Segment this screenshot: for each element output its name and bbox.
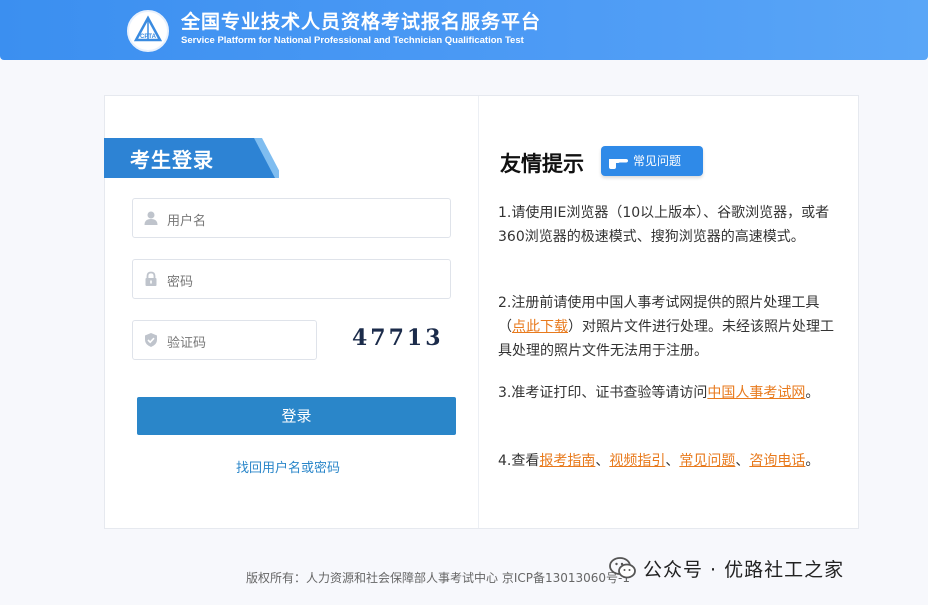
captcha-placeholder: 验证码	[167, 336, 207, 351]
username-field[interactable]: 用户名	[132, 198, 451, 238]
platform-title: 全国专业技术人员资格考试报名服务平台	[181, 11, 542, 33]
contact-phone-link[interactable]: 咨询电话	[749, 453, 805, 469]
login-tab: 考生登录	[104, 138, 279, 178]
tip-1: 1.请使用IE浏览器（10以上版本）、谷歌浏览器，或者360浏览器的极速模式、搜…	[498, 205, 830, 245]
tip-2: 2.注册前请使用中国人事考试网提供的照片处理工具（点此下载）对照片文件进行处理。…	[498, 291, 843, 363]
logo-text: CPTA	[140, 34, 157, 40]
password-placeholder: 密码	[167, 275, 194, 290]
wechat-icon	[609, 557, 636, 579]
wechat-watermark: 公众号 · 优路社工之家	[609, 553, 909, 583]
login-button[interactable]: 登录	[137, 397, 456, 435]
faq-badge-label: 常见问题	[633, 154, 682, 168]
tip-4-text-after: 。	[805, 453, 820, 469]
cpta-website-link[interactable]: 中国人事考试网	[707, 385, 805, 401]
header-bar: CPTA 全国专业技术人员资格考试报名服务平台 Service Platform…	[0, 0, 928, 60]
footer-copyright: 版权所有：人力资源和社会保障部人事考试中心 京ICP备13013060号-1	[246, 571, 631, 585]
card-divider	[478, 96, 479, 528]
user-icon	[144, 211, 158, 225]
password-field[interactable]: 密码	[132, 259, 451, 299]
tip-4-sep-1: 、	[595, 453, 610, 469]
faq-button[interactable]: 常见问题	[601, 146, 703, 176]
faq-link[interactable]: 常见问题	[679, 453, 735, 469]
captcha-field[interactable]: 验证码	[132, 320, 317, 360]
login-tab-label: 考生登录	[130, 148, 214, 172]
shield-check-icon	[145, 333, 157, 347]
tip-4-text-before: 4.查看	[498, 453, 540, 469]
captcha-image[interactable]: 47713	[350, 322, 450, 358]
captcha-text: 47713	[352, 325, 444, 351]
platform-subtitle: Service Platform for National Profession…	[181, 35, 524, 46]
watermark-text: 公众号 · 优路社工之家	[643, 559, 845, 581]
tip-3: 3.准考证打印、证书查验等请访问中国人事考试网。	[498, 381, 843, 405]
download-tool-link[interactable]: 点此下载	[512, 319, 568, 335]
username-placeholder: 用户名	[167, 214, 207, 229]
exam-guide-link[interactable]: 报考指南	[539, 453, 595, 469]
tip-3-text-after: 。	[805, 385, 820, 401]
cpta-logo-icon: CPTA	[127, 10, 169, 52]
recover-account-link[interactable]: 找回用户名或密码	[236, 457, 340, 476]
tip-4: 4.查看报考指南、视频指引、常见问题、咨询电话。	[498, 449, 843, 473]
tip-4-sep-3: 、	[735, 453, 750, 469]
tip-4-sep-2: 、	[665, 453, 680, 469]
video-guide-link[interactable]: 视频指引	[609, 453, 665, 469]
tips-title: 友情提示	[500, 152, 584, 176]
lock-icon	[145, 271, 157, 286]
pointing-hand-icon	[609, 159, 628, 169]
tip-3-text-before: 3.准考证打印、证书查验等请访问	[498, 385, 708, 401]
